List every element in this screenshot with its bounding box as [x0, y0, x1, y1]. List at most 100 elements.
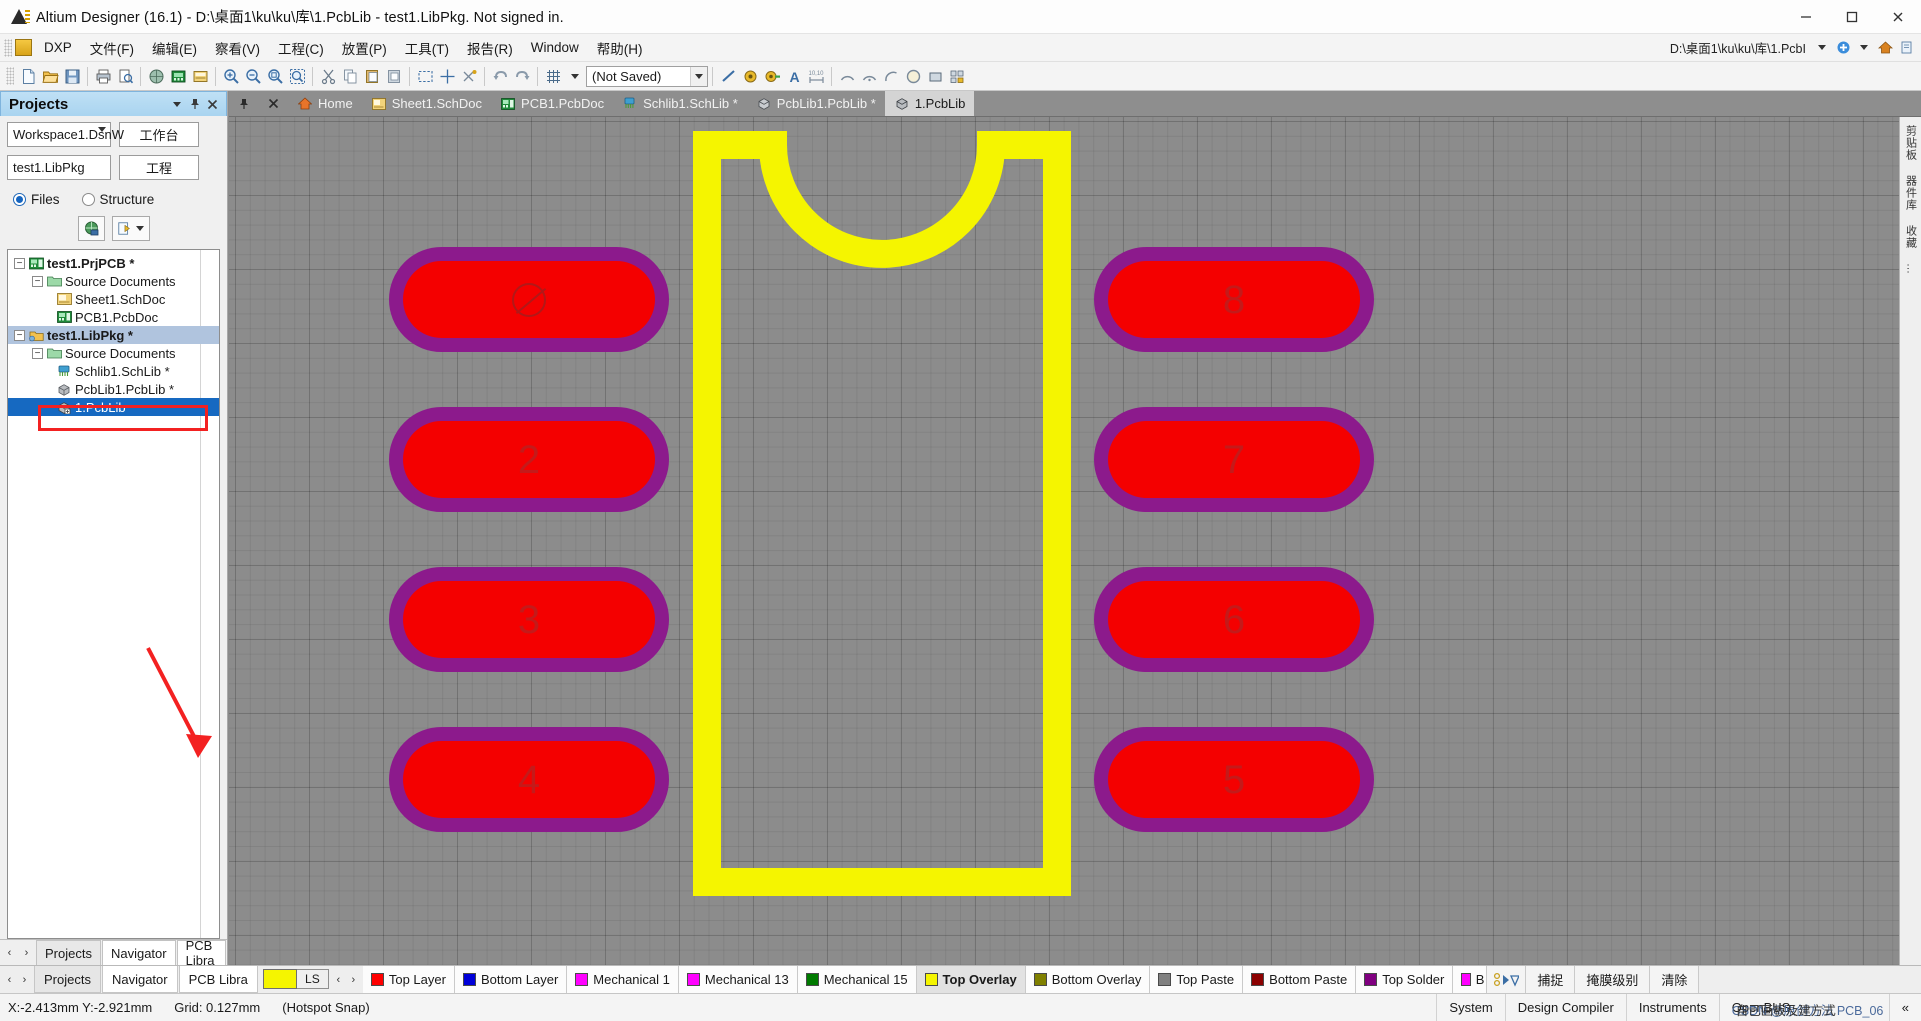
status-button-openbus[interactable]: OpenBUS CSDN @原创方法 PCB_06 自己画板及建方式 — [1718, 993, 1889, 1021]
dock-tab-more[interactable]: … — [1905, 263, 1917, 275]
tree-item-source-documents-1[interactable]: − Source Documents — [8, 272, 219, 290]
layer-tab-bottom-paste[interactable]: Bottom Paste — [1243, 966, 1357, 993]
bottom-tab-pcb-library[interactable]: PCB Libra — [178, 966, 258, 993]
panel-chevron-down-icon[interactable] — [170, 98, 183, 111]
workspace-chevron-down-icon[interactable] — [98, 127, 106, 147]
tree-item-test1-prjpcb[interactable]: − test1.PrjPCB * — [8, 254, 219, 272]
dock-tab-libraries[interactable]: 器件库 — [1903, 175, 1919, 211]
library-icon[interactable] — [189, 65, 211, 88]
paste-special-icon[interactable] — [383, 65, 405, 88]
move-icon[interactable] — [436, 65, 458, 88]
polygon-icon[interactable] — [924, 65, 946, 88]
pcb-library-canvas[interactable]: 2 3 4 8 7 6 5 — [229, 117, 1899, 965]
workbench-button[interactable]: 工作台 — [119, 122, 199, 147]
layer-tab-bottom-solder[interactable]: B — [1453, 966, 1488, 993]
menu-view[interactable]: 察看(V) — [206, 34, 269, 62]
bottom-tab-navigator[interactable]: Navigator — [101, 966, 178, 993]
paste-icon[interactable] — [361, 65, 383, 88]
copy-icon[interactable] — [339, 65, 361, 88]
zoom-selected-icon[interactable] — [286, 65, 308, 88]
doc-tab-1-pcblib[interactable]: 1.PcbLib — [884, 91, 975, 116]
dimension-icon[interactable]: 10,10 — [805, 65, 827, 88]
tree-item-pcblib1-pcblib[interactable]: PcbLib1.PcbLib * — [8, 380, 219, 398]
print-icon[interactable] — [92, 65, 114, 88]
menu-dxp[interactable]: DXP — [35, 36, 81, 59]
layer-tab-mechanical-1[interactable]: Mechanical 1 — [567, 966, 679, 993]
add-chevron-down-icon[interactable] — [1855, 39, 1873, 57]
pcb-board-icon[interactable] — [145, 65, 167, 88]
doc-tab-sheet1-schdoc[interactable]: Sheet1.SchDoc — [362, 91, 491, 116]
pcb-doc-icon[interactable] — [167, 65, 189, 88]
arc-any-icon[interactable] — [880, 65, 902, 88]
cross-probe-icon[interactable] — [458, 65, 480, 88]
doc-tab-pcb1-pcbdoc[interactable]: PCB1.PcbDoc — [491, 91, 613, 116]
expander-icon[interactable]: − — [32, 275, 43, 287]
panel-close-icon[interactable] — [206, 98, 219, 111]
tree-item-pcb1-pcbdoc[interactable]: PCB1.PcbDoc — [8, 308, 219, 326]
layer-config-icon[interactable] — [1487, 966, 1527, 993]
pad-6[interactable]: 6 — [1094, 567, 1374, 672]
open-document-chevron-down-icon[interactable] — [136, 226, 145, 231]
layer-tab-top-overlay[interactable]: Top Overlay — [916, 966, 1026, 993]
status-button-system[interactable]: System — [1436, 993, 1504, 1021]
doc-tab-close-icon[interactable] — [259, 91, 288, 116]
cut-icon[interactable] — [317, 65, 339, 88]
new-document-icon[interactable] — [17, 65, 39, 88]
zoom-in-icon[interactable] — [220, 65, 242, 88]
layer-prev-button[interactable]: ‹ — [331, 969, 346, 991]
redo-icon[interactable] — [511, 65, 533, 88]
pad-4[interactable]: 4 — [389, 727, 669, 832]
panel-tab-prev-button[interactable]: ‹ — [2, 942, 17, 964]
tree-item-schlib1-schlib[interactable]: Schlib1.SchLib * — [8, 362, 219, 380]
menu-tools[interactable]: 工具(T) — [396, 34, 458, 62]
pad-icon[interactable] — [739, 65, 761, 88]
layer-tab-top-solder[interactable]: Top Solder — [1356, 966, 1454, 993]
zoom-out-icon[interactable] — [242, 65, 264, 88]
menu-place[interactable]: 放置(P) — [333, 34, 396, 62]
tree-item-test1-libpkg[interactable]: − test1.LibPkg * — [8, 326, 219, 344]
compile-globe-icon[interactable] — [77, 216, 105, 241]
minimize-button[interactable] — [1783, 0, 1829, 34]
panel-tab-navigator[interactable]: Navigator — [101, 940, 176, 965]
pad-2[interactable]: 2 — [389, 407, 669, 512]
add-circle-icon[interactable] — [1834, 39, 1852, 57]
layer-tab-top-layer[interactable]: Top Layer — [362, 966, 455, 993]
workspace-select[interactable]: Workspace1.DsnW — [7, 122, 124, 147]
bottom-tab-projects[interactable]: Projects — [34, 966, 101, 993]
print-preview-icon[interactable] — [114, 65, 136, 88]
menu-project[interactable]: 工程(C) — [269, 34, 333, 62]
zoom-area-icon[interactable] — [264, 65, 286, 88]
project-tree[interactable]: − test1.PrjPCB * − Source Documents Shee… — [7, 249, 220, 939]
layer-tab-bottom-layer[interactable]: Bottom Layer — [454, 966, 568, 993]
layer-set-label[interactable]: LS — [296, 969, 329, 989]
select-area-icon[interactable] — [414, 65, 436, 88]
menu-file[interactable]: 文件(F) — [81, 34, 143, 62]
menu-reports[interactable]: 报告(R) — [458, 34, 522, 62]
status-expand-chevron-icon[interactable]: « — [1888, 993, 1921, 1021]
save-icon[interactable] — [61, 65, 83, 88]
array-paste-icon[interactable] — [946, 65, 968, 88]
layer-tab-mechanical-15[interactable]: Mechanical 15 — [797, 966, 917, 993]
menu-grip-handle[interactable] — [4, 38, 12, 57]
expander-icon[interactable]: − — [32, 347, 43, 359]
status-button-design-compiler[interactable]: Design Compiler — [1504, 993, 1626, 1021]
layer-tab-bottom-overlay[interactable]: Bottom Overlay — [1025, 966, 1151, 993]
panel-tab-projects[interactable]: Projects — [36, 940, 101, 965]
pad-7[interactable]: 7 — [1094, 407, 1374, 512]
arc-edge-icon[interactable] — [858, 65, 880, 88]
project-button[interactable]: 工程 — [119, 155, 199, 180]
doc-tab-pin-icon[interactable] — [229, 91, 259, 116]
expander-icon[interactable]: − — [14, 329, 25, 341]
panel-tab-next-button[interactable]: › — [19, 942, 34, 964]
line-icon[interactable] — [717, 65, 739, 88]
grid-chevron-down-icon[interactable] — [564, 65, 586, 88]
project-select[interactable]: test1.LibPkg — [7, 155, 111, 180]
arc-center-icon[interactable] — [836, 65, 858, 88]
save-state-combo[interactable]: (Not Saved) — [586, 65, 708, 87]
mask-level-button[interactable]: 掩膜级别 — [1575, 966, 1651, 993]
doc-tab-schlib1-schlib[interactable]: Schlib1.SchLib * — [613, 91, 747, 116]
pad-5[interactable]: 5 — [1094, 727, 1374, 832]
menu-edit[interactable]: 编辑(E) — [143, 34, 206, 62]
pin-icon[interactable] — [188, 98, 201, 111]
expander-icon[interactable]: − — [14, 257, 25, 269]
